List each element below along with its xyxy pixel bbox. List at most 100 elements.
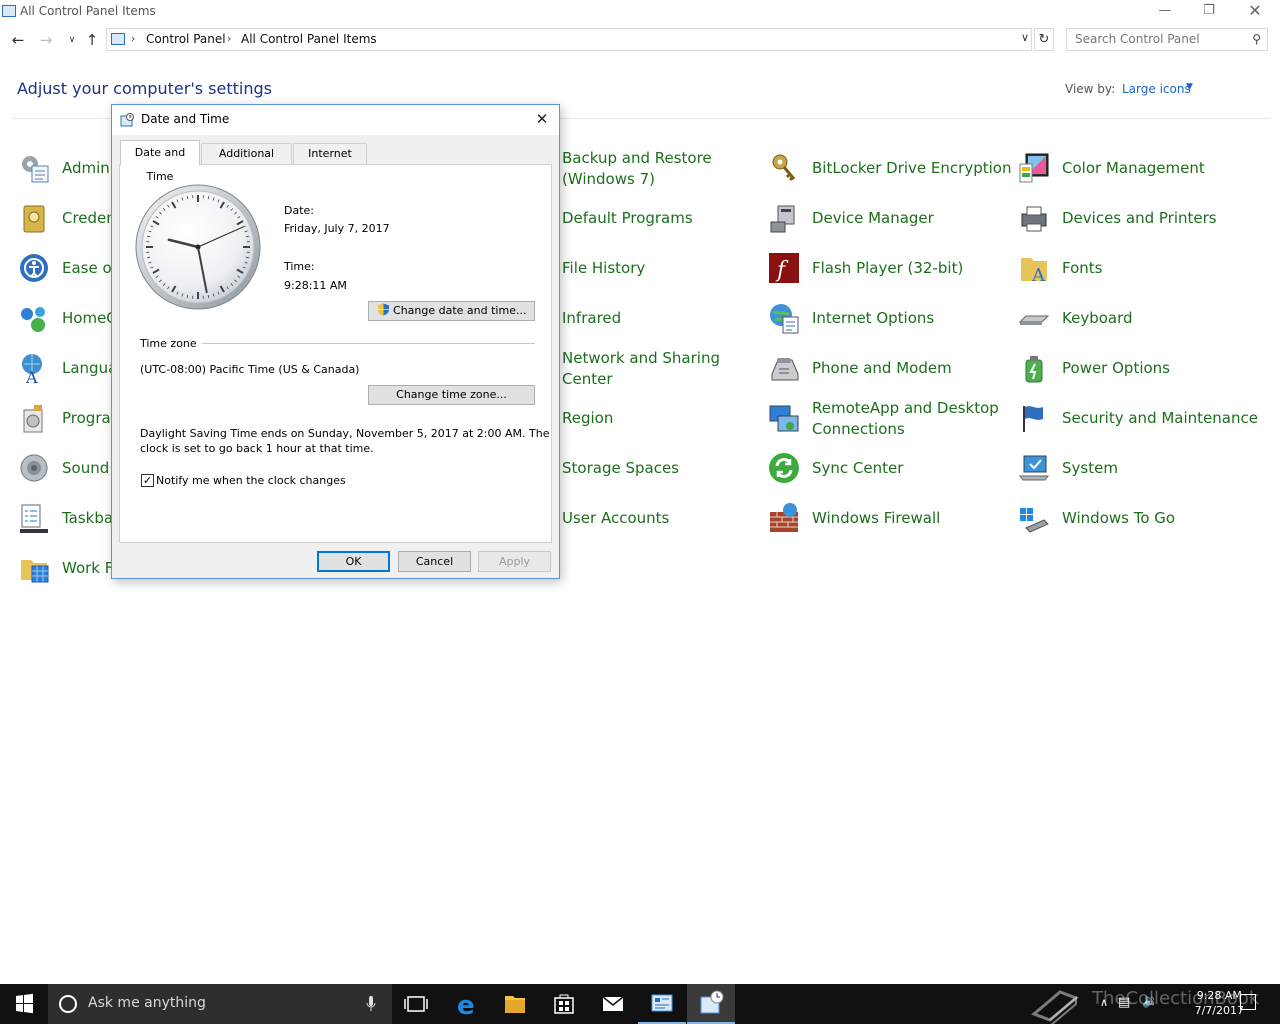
- flash-player-icon: f: [768, 252, 800, 284]
- breadcrumb-control-panel[interactable]: Control Panel: [146, 32, 226, 46]
- task-view-icon: [392, 984, 440, 1024]
- change-timezone-button[interactable]: Change time zone...: [368, 385, 535, 405]
- taskbar-icon: [18, 502, 50, 534]
- item-phone-and-modem[interactable]: Phone and Modem: [768, 348, 1008, 388]
- search-icon[interactable]: ⚲: [1252, 32, 1261, 46]
- analog-clock: [134, 183, 262, 311]
- item-label: Device Manager: [812, 208, 934, 229]
- remoteapp-icon: [768, 402, 800, 434]
- system-icon: [1018, 452, 1050, 484]
- dialog-title: Date and Time: [141, 112, 229, 126]
- item-label: Power Options: [1062, 358, 1170, 379]
- notify-checkbox-label[interactable]: Notify me when the clock changes: [156, 473, 346, 488]
- cortana-search-box[interactable]: Ask me anything: [48, 984, 392, 1024]
- usb-drive-icon: [1018, 502, 1050, 534]
- date-time-icon: [687, 984, 735, 1022]
- ok-button[interactable]: OK: [317, 551, 390, 572]
- item-windows-firewall[interactable]: Windows Firewall: [768, 498, 1008, 538]
- date-value: Friday, July 7, 2017: [284, 221, 390, 236]
- item-remoteapp[interactable]: RemoteApp and Desktop Connections: [768, 398, 1008, 438]
- item-sync-center[interactable]: Sync Center: [768, 448, 1008, 488]
- timezone-value: (UTC-08:00) Pacific Time (US & Canada): [140, 362, 359, 377]
- svg-text:e: e: [457, 991, 475, 1021]
- microphone-icon[interactable]: [366, 996, 376, 1012]
- mail-taskbar-button[interactable]: [589, 984, 637, 1024]
- item-label: Windows Firewall: [812, 508, 940, 529]
- item-label: Sync Center: [812, 458, 903, 479]
- breadcrumb-all-items[interactable]: All Control Panel Items: [241, 32, 377, 46]
- item-label: Sound: [62, 458, 109, 479]
- dialog-close-button[interactable]: ✕: [531, 109, 553, 131]
- sync-center-icon: [768, 452, 800, 484]
- item-internet-options[interactable]: Internet Options: [768, 298, 1008, 338]
- chevron-down-icon[interactable]: ∨: [1021, 31, 1029, 44]
- window-title: All Control Panel Items: [20, 4, 156, 18]
- minimize-button[interactable]: —: [1142, 0, 1188, 24]
- uac-shield-icon: [377, 303, 390, 316]
- control-panel-taskbar-button[interactable]: [638, 984, 686, 1024]
- search-input[interactable]: Search Control Panel ⚲: [1066, 28, 1268, 51]
- item-power-options[interactable]: Power Options: [1018, 348, 1268, 388]
- homegroup-icon: [18, 302, 50, 334]
- item-label: Fonts: [1062, 258, 1102, 279]
- notify-checkbox[interactable]: ✓: [141, 474, 154, 487]
- item-label: File History: [562, 258, 645, 279]
- item-label: Internet Options: [812, 308, 934, 329]
- edge-taskbar-button[interactable]: e: [442, 984, 490, 1024]
- item-fonts[interactable]: A Fonts: [1018, 248, 1268, 288]
- item-security-and-maintenance[interactable]: Security and Maintenance: [1018, 398, 1268, 438]
- date-time-taskbar-button[interactable]: [687, 984, 735, 1024]
- back-button[interactable]: ←: [8, 28, 28, 52]
- taskbar: Ask me anything e ∧ ▤ 🔉 9:28 AM 7/7/2017: [0, 984, 1280, 1024]
- item-label: Flash Player (32-bit): [812, 258, 963, 279]
- view-by-label: View by:: [1065, 82, 1115, 96]
- internet-options-icon: [768, 302, 800, 334]
- item-devices-and-printers[interactable]: Devices and Printers: [1018, 198, 1268, 238]
- dialog-titlebar[interactable]: Date and Time ✕: [112, 105, 559, 135]
- admin-tools-icon: [18, 152, 50, 184]
- tab-internet-time[interactable]: Internet Time: [293, 143, 367, 164]
- credential-manager-icon: [18, 202, 50, 234]
- tab-date-and-time[interactable]: Date and Time: [120, 140, 200, 165]
- item-color-management[interactable]: Color Management: [1018, 148, 1268, 188]
- cortana-placeholder: Ask me anything: [88, 995, 206, 1011]
- chevron-right-icon[interactable]: ›: [227, 32, 231, 45]
- item-flash-player[interactable]: f Flash Player (32-bit): [768, 248, 1008, 288]
- programs-features-icon: [18, 402, 50, 434]
- start-button[interactable]: [0, 984, 48, 1024]
- printer-icon: [1018, 202, 1050, 234]
- apply-button[interactable]: Apply: [478, 551, 551, 572]
- up-button[interactable]: ↑: [82, 28, 102, 52]
- flag-icon: [1018, 402, 1050, 434]
- edge-icon: e: [442, 984, 490, 1024]
- dst-notice-line2: clock is set to go back 1 hour at that t…: [140, 441, 374, 456]
- item-label: Devices and Printers: [1062, 208, 1217, 229]
- watermark-book-logo: [1030, 984, 1086, 1024]
- store-taskbar-button[interactable]: [540, 984, 588, 1024]
- restore-button[interactable]: ❐: [1186, 0, 1232, 24]
- chevron-right-icon[interactable]: ›: [131, 32, 135, 45]
- close-window-button[interactable]: ✕: [1232, 0, 1278, 24]
- forward-button[interactable]: →: [36, 28, 56, 52]
- change-date-time-button[interactable]: Change date and time...: [368, 301, 535, 321]
- address-bar[interactable]: › Control Panel › All Control Panel Item…: [106, 28, 1032, 51]
- cancel-button[interactable]: Cancel: [398, 551, 471, 572]
- item-label: Network and Sharing Center: [562, 348, 722, 390]
- view-by-dropdown[interactable]: Large icons: [1122, 82, 1191, 96]
- item-label: Windows To Go: [1062, 508, 1175, 529]
- refresh-button[interactable]: ↻: [1034, 28, 1054, 51]
- tab-additional-clocks[interactable]: Additional Clocks: [201, 143, 292, 164]
- file-explorer-taskbar-button[interactable]: [491, 984, 539, 1024]
- item-device-manager[interactable]: Device Manager: [768, 198, 1008, 238]
- item-bitlocker[interactable]: BitLocker Drive Encryption: [768, 148, 1008, 188]
- recent-locations-button[interactable]: ∨: [62, 28, 82, 52]
- watermark-text: TheCollectionBook: [1092, 988, 1259, 1009]
- item-keyboard[interactable]: Keyboard: [1018, 298, 1268, 338]
- task-view-button[interactable]: [392, 984, 440, 1024]
- window-titlebar: All Control Panel Items — ❐ ✕: [0, 0, 1280, 24]
- ease-of-access-icon: [18, 252, 50, 284]
- caret-down-icon[interactable]: ▼: [1186, 82, 1193, 92]
- item-system[interactable]: System: [1018, 448, 1268, 488]
- change-date-time-label: Change date and time...: [393, 304, 526, 317]
- item-windows-to-go[interactable]: Windows To Go: [1018, 498, 1268, 538]
